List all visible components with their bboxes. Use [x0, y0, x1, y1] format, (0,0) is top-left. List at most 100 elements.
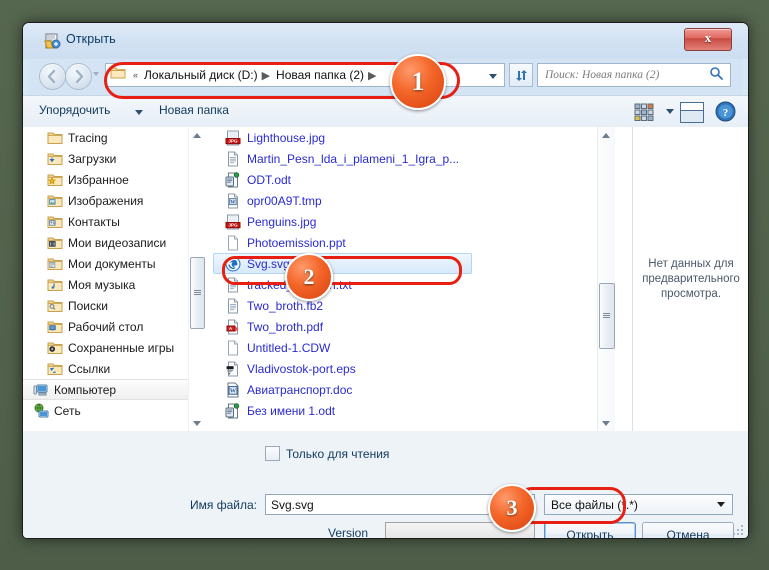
file-row[interactable]: Vladivostok-port.eps [211, 358, 615, 379]
help-button[interactable]: ? [715, 101, 736, 122]
search-placeholder: Поиск: Новая папка (2) [545, 69, 660, 81]
nav-tree-item[interactable]: Мои документы [23, 253, 205, 274]
file-row[interactable]: A Two_broth.pdf [211, 316, 615, 337]
readonly-checkbox[interactable] [265, 446, 280, 461]
downloads-folder-icon [47, 151, 63, 167]
readonly-label[interactable]: Только для чтения [286, 447, 389, 461]
back-button[interactable] [39, 63, 66, 90]
scroll-down-arrow[interactable] [598, 415, 614, 431]
nav-tree-item[interactable]: Компьютер [23, 379, 205, 400]
forward-button[interactable] [65, 63, 92, 90]
text-file-icon [225, 151, 241, 167]
nav-tree-item[interactable]: Моя музыка [23, 274, 205, 295]
file-row[interactable]: ODT.odt [211, 169, 615, 190]
file-row[interactable]: Untitled-1.CDW [211, 337, 615, 358]
nav-tree-item[interactable]: Сеть [23, 400, 205, 421]
file-name-label-cell: ODT.odt [247, 172, 292, 187]
file-name-input[interactable]: Svg.svg [265, 494, 535, 515]
blank-file-icon [225, 340, 241, 356]
preview-message: Нет данных для предварительного просмотр… [642, 257, 740, 300]
organize-chevron-down-icon[interactable] [135, 110, 143, 115]
scroll-up-arrow[interactable] [598, 127, 614, 143]
toolbar: Упорядочить Новая папка ? [23, 95, 748, 129]
nav-tree-item[interactable]: Сохраненные игры [23, 337, 205, 358]
pictures-folder-icon [47, 193, 63, 209]
file-name-chevron-down-icon[interactable] [521, 502, 529, 507]
file-list: JPG Lighthouse.jpg Martin_Pesn_lda_i_plame… [211, 127, 615, 431]
open-button-label: Открыть [566, 528, 613, 539]
nav-tree-item-label: Сеть [54, 403, 81, 418]
svg-file-icon [225, 256, 241, 271]
file-name-label-cell: Two_broth.pdf [247, 319, 324, 334]
nav-tree-item[interactable]: Загрузки [23, 148, 205, 169]
new-folder-button[interactable]: Новая папка [159, 103, 229, 117]
svg-file-icon [225, 256, 241, 272]
file-row[interactable]: Two_broth.fb2 [211, 295, 615, 316]
nav-tree-item[interactable]: Tracing [23, 127, 205, 148]
breadcrumb-overflow[interactable]: « [129, 70, 142, 80]
scrollbar-thumb[interactable] [599, 283, 615, 349]
address-bar[interactable]: « Локальный диск (D:) ▶ Новая папка (2) … [105, 63, 505, 87]
refresh-button[interactable] [509, 63, 533, 87]
address-dropdown-chevron-down-icon[interactable] [483, 65, 503, 87]
breadcrumb-item-1[interactable]: Новая папка (2) [274, 68, 366, 82]
nav-tree-item-label: Сохраненные игры [68, 340, 175, 355]
preview-pane-toggle[interactable] [680, 102, 704, 123]
organize-button[interactable]: Упорядочить [39, 103, 110, 117]
text-file-icon [228, 277, 238, 292]
documents-folder-icon [47, 258, 63, 270]
scroll-up-arrow[interactable] [189, 127, 205, 143]
nav-tree-item-label: Ссылки [68, 361, 111, 376]
search-input[interactable]: Поиск: Новая папка (2) [537, 63, 731, 87]
file-row[interactable]: Wopr00A9T.tmp [211, 190, 615, 211]
file-name-label-cell: Photoemission.ppt [247, 235, 346, 250]
navigation-pane-scrollbar[interactable] [188, 127, 205, 431]
open-file-icon [44, 33, 61, 50]
breadcrumb-chevron-0[interactable]: ▶ [260, 69, 274, 82]
file-list-scrollbar[interactable] [597, 127, 615, 431]
network-icon [34, 403, 49, 417]
nav-tree-item[interactable]: Контакты [23, 211, 205, 232]
nav-tree-item[interactable]: Рабочий стол [23, 316, 205, 337]
nav-tree-item[interactable]: Изображения [23, 190, 205, 211]
file-row[interactable]: Martin_Pesn_lda_i_plameni_1_Igra_p... [211, 148, 615, 169]
file-type-filter[interactable]: Все файлы (*.*) [544, 494, 733, 515]
nav-tree-item[interactable]: Избранное [23, 169, 205, 190]
file-name-label-cell: Martin_Pesn_lda_i_plameni_1_Igra_p... [247, 151, 460, 166]
breadcrumb-chevron-1[interactable]: ▶ [366, 69, 380, 82]
views-chevron-down-icon[interactable] [666, 109, 674, 114]
links-folder-icon [47, 363, 63, 375]
file-row[interactable]: W Авиатранспорт.doc [211, 379, 615, 400]
search-icon [709, 66, 723, 85]
links-folder-icon [47, 361, 63, 377]
file-name-label-cell: Без имени 1.odt [247, 403, 336, 418]
file-name-label-cell: Lighthouse.jpg [247, 130, 326, 145]
nav-tree-item-label: Мои документы [68, 256, 156, 271]
file-row[interactable]: JPG Penguins.jpg [211, 211, 615, 232]
file-row[interactable]: JPG Lighthouse.jpg [211, 127, 615, 148]
file-row[interactable]: Без имени 1.odt [211, 400, 615, 421]
history-chevron-down-icon[interactable] [93, 72, 99, 76]
open-button[interactable]: Открыть [544, 522, 636, 539]
cancel-button[interactable]: Отмена [642, 522, 734, 538]
scroll-down-arrow[interactable] [189, 415, 205, 431]
file-row[interactable]: tracked_by_h...n.txt [211, 274, 615, 295]
blank-file-icon [225, 235, 241, 251]
jpg-file-icon: JPG [225, 130, 241, 145]
saved-games-folder-icon [47, 342, 63, 354]
nav-tree-item[interactable]: Мои видеозаписи [23, 232, 205, 253]
breadcrumb-item-0[interactable]: Локальный диск (D:) [142, 68, 260, 82]
nav-tree-item[interactable]: Ссылки [23, 358, 205, 379]
close-button[interactable]: x [684, 28, 732, 51]
dialog-footer: Только для чтения Имя файла: Svg.svg Все… [23, 431, 748, 538]
scrollbar-thumb[interactable] [190, 257, 205, 329]
file-row[interactable]: Photoemission.ppt [211, 232, 615, 253]
text-file-icon [228, 151, 238, 166]
views-button[interactable] [632, 101, 656, 123]
eps-file-icon [225, 361, 241, 377]
jpg-file-icon: JPG [225, 214, 241, 229]
resize-grip[interactable] [732, 523, 744, 535]
file-row-selected[interactable]: Svg.svg [213, 253, 472, 274]
nav-tree-item[interactable]: Поиски [23, 295, 205, 316]
version-label: Version [328, 526, 369, 539]
